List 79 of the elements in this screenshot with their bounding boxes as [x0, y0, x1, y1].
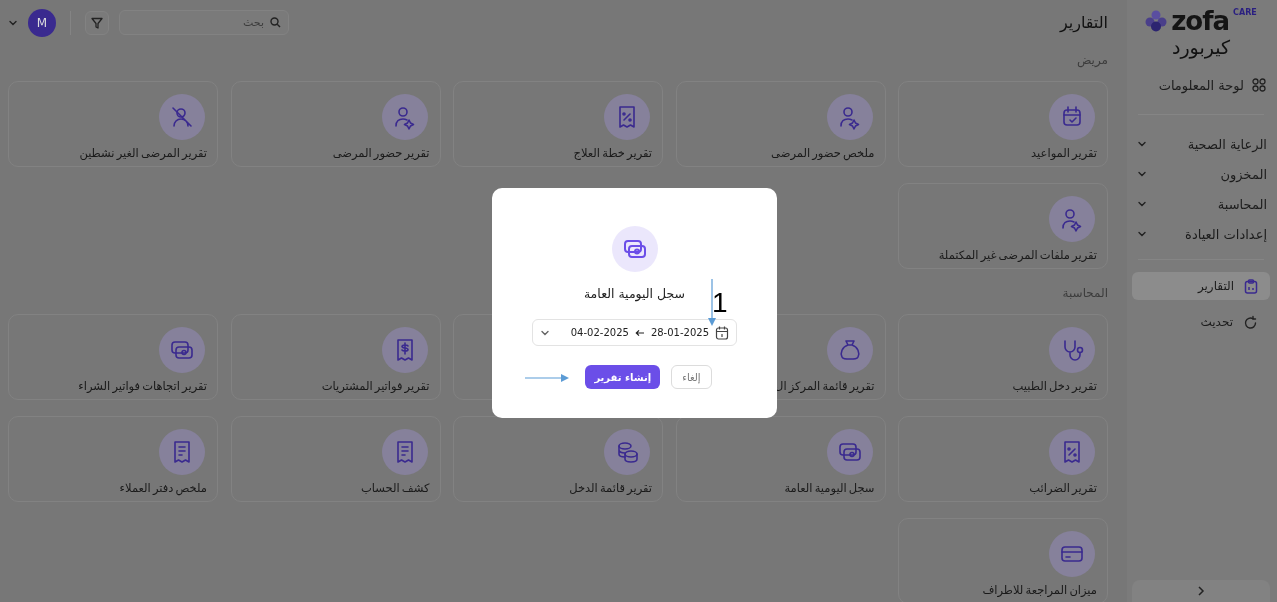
report-card[interactable]: تقرير اتجاهات فواتير الشراء	[8, 314, 218, 400]
search-field[interactable]: بحث	[119, 10, 289, 35]
search-icon	[270, 17, 281, 28]
bag-icon	[826, 327, 873, 373]
receipt-icon	[381, 327, 428, 373]
report-card[interactable]: تقرير المواعيد	[898, 81, 1108, 167]
cash-icon	[826, 429, 873, 475]
card-title: تقرير الضرائب	[1029, 481, 1097, 495]
receipt-icon	[604, 94, 650, 140]
coins-icon	[604, 429, 650, 475]
logo-icon	[1145, 10, 1168, 32]
filter-button[interactable]	[85, 10, 109, 35]
report-card[interactable]: تقرير دخل الطبيب	[898, 314, 1108, 400]
report-card[interactable]: ملخص حضور المرضى	[675, 81, 886, 167]
grid-icon	[1252, 78, 1266, 92]
card-title: تقرير المرضى الغير نشطين	[79, 146, 207, 160]
chevron-right-icon	[1196, 585, 1206, 597]
filter-icon	[91, 16, 103, 29]
sidebar-item[interactable]: لوحة المعلومات	[1132, 70, 1270, 100]
cash-icon	[159, 327, 205, 373]
arrow-left-icon	[634, 328, 645, 337]
annotation-arrow	[525, 373, 570, 383]
user-plus-icon	[826, 94, 873, 140]
card-title: سجل اليومية العامة	[784, 481, 875, 495]
report-card[interactable]: تقرير خطة العلاج	[453, 81, 663, 167]
cash-icon	[611, 226, 658, 272]
dialog-title: سجل اليومية العامة	[583, 286, 686, 301]
report-card[interactable]: تقرير المرضى الغير نشطين	[8, 81, 218, 167]
section-title: المحاسبة	[1062, 286, 1108, 302]
user-avatar[interactable]: M	[28, 8, 56, 37]
clipboard-icon	[1244, 278, 1258, 294]
card-title: تقرير المواعيد	[1031, 146, 1097, 160]
page-title: التقارير	[1059, 13, 1108, 32]
create-report-button[interactable]: إنشاء تقرير	[585, 365, 661, 389]
sidebar-item[interactable]: تحديث	[1132, 308, 1270, 336]
logo-tag: CARE	[1233, 8, 1257, 17]
report-card[interactable]: تقرير الضرائب	[898, 416, 1108, 502]
chevron-down-icon	[1137, 169, 1147, 179]
card-title: ميزان المراجعة للاطراف	[982, 583, 1097, 597]
user-plus-icon	[1049, 196, 1095, 242]
card-title: ملخص دفتر العملاء	[119, 481, 207, 495]
report-card[interactable]: كشف الحساب	[230, 416, 441, 502]
chevron-down-icon	[1137, 229, 1147, 239]
card-title: تقرير اتجاهات فواتير الشراء	[78, 379, 207, 393]
chevron-down-icon	[1137, 139, 1147, 149]
logo-text: zofa	[1171, 8, 1230, 34]
calendar-icon	[1049, 94, 1095, 140]
sidebar-item[interactable]: التقارير	[1132, 272, 1270, 300]
report-card[interactable]: ملخص دفتر العملاء	[8, 416, 218, 502]
user-slash-icon	[159, 94, 205, 140]
date-range-field[interactable]: 04-02-2025 28-01-2025	[532, 319, 737, 346]
stethoscope-icon	[1049, 327, 1095, 373]
sidebar-group[interactable]: المحاسبة	[1132, 189, 1270, 219]
card-title: كشف الحساب	[361, 481, 430, 495]
credit-card-icon	[1049, 531, 1095, 577]
sidebar-group[interactable]: المخزون	[1132, 159, 1270, 189]
section-title: مريض	[1076, 53, 1108, 69]
card-title: تقرير قائمة الدخل	[569, 481, 652, 495]
clinic-name: كيربورد	[1171, 36, 1231, 58]
receipt-icon	[159, 429, 205, 475]
report-card[interactable]: تقرير ملفات المرضى غير المكتملة	[898, 183, 1108, 269]
sidebar-group[interactable]: إعدادات العيادة	[1132, 219, 1270, 249]
receipt-icon	[381, 429, 428, 475]
card-title: تقرير دخل الطبيب	[1012, 379, 1097, 393]
report-card[interactable]: تقرير فواتير المشتريات	[230, 314, 441, 400]
cancel-button[interactable]: إلغاء	[671, 365, 712, 389]
card-title: تقرير حضور المرضى	[332, 146, 430, 160]
card-title: تقرير ملفات المرضى غير المكتملة	[938, 248, 1097, 262]
card-title: تقرير فواتير المشتريات	[321, 379, 430, 393]
user-plus-icon	[381, 94, 428, 140]
refresh-icon	[1243, 314, 1258, 330]
card-title: ملخص حضور المرضى	[771, 146, 875, 160]
report-card[interactable]: تقرير حضور المرضى	[230, 81, 441, 167]
calendar-icon	[715, 325, 729, 340]
receipt-icon	[1049, 429, 1095, 475]
sidebar-group[interactable]: الرعاية الصحية	[1132, 129, 1270, 159]
chevron-down-icon	[1137, 199, 1147, 209]
card-title: تقرير خطة العلاج	[573, 146, 652, 160]
end-date: 04-02-2025	[570, 327, 629, 338]
